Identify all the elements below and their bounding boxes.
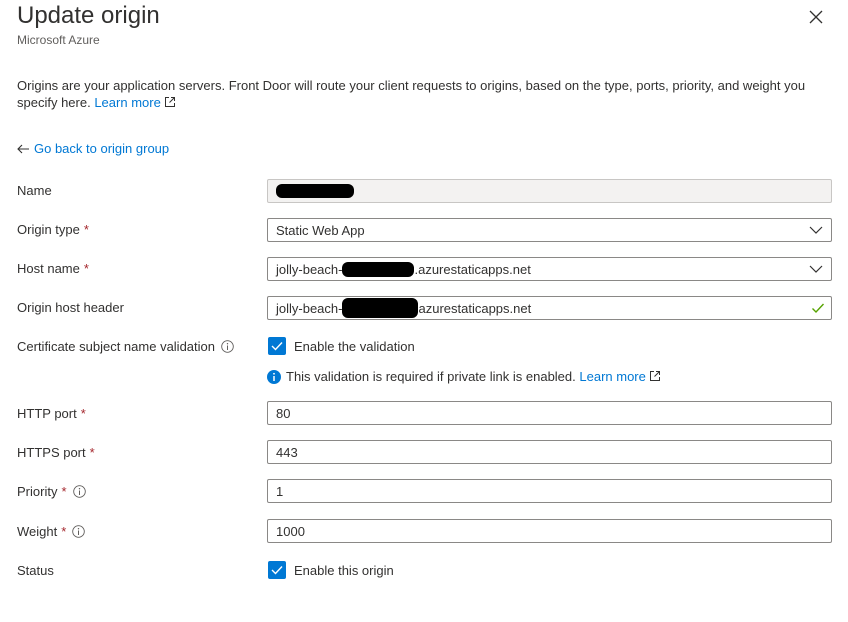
description: Origins are your application servers. Fr… [17,77,827,111]
http-port-label: HTTP port * [17,406,86,421]
info-icon[interactable] [72,525,86,538]
close-icon[interactable] [806,7,826,27]
checkbox-checked[interactable] [268,337,286,355]
checkmark-icon [271,566,283,575]
host-name-dropdown[interactable]: jolly-beach- .azurestaticapps.net [267,257,832,281]
chevron-down-icon [809,226,823,234]
redacted-value [342,298,419,318]
origin-type-label: Origin type * [17,222,89,237]
origin-host-header-input[interactable]: jolly-beach-azurestaticapps.net [267,296,832,320]
origin-host-header-label: Origin host header [17,300,124,315]
https-port-label: HTTPS port * [17,445,95,460]
validation-note: This validation is required if private l… [267,369,661,384]
https-port-input[interactable]: 443 [267,440,832,464]
info-filled-icon [267,369,281,384]
chevron-down-icon [809,265,823,273]
weight-input[interactable]: 1000 [267,519,832,543]
cert-validation-label: Certificate subject name validation [17,339,234,354]
enable-origin-checkbox[interactable]: Enable this origin [268,561,394,579]
status-label: Status [17,563,54,578]
host-name-label: Host name * [17,261,89,276]
weight-label: Weight * [17,524,86,539]
learn-more-link[interactable]: Learn more [94,95,175,110]
http-port-input[interactable]: 80 [267,401,832,425]
page-subtitle: Microsoft Azure [17,33,100,47]
priority-label: Priority * [17,484,86,499]
learn-more-link[interactable]: Learn more [579,369,660,384]
external-link-icon [164,97,175,107]
checkmark-icon [812,303,825,314]
redacted-value [342,261,415,277]
arrow-left-icon [17,144,29,153]
back-to-origin-group-link[interactable]: Go back to origin group [17,141,169,156]
redacted-value [276,184,354,198]
checkbox-checked[interactable] [268,561,286,579]
info-icon[interactable] [221,340,234,353]
origin-type-dropdown[interactable]: Static Web App [267,218,832,242]
page-title: Update origin [17,2,160,29]
name-field [267,179,832,203]
checkmark-icon [271,342,283,351]
priority-input[interactable]: 1 [267,479,832,503]
enable-validation-checkbox[interactable]: Enable the validation [268,337,415,355]
name-label: Name [17,183,52,198]
info-icon[interactable] [72,485,86,498]
external-link-icon [649,371,660,381]
